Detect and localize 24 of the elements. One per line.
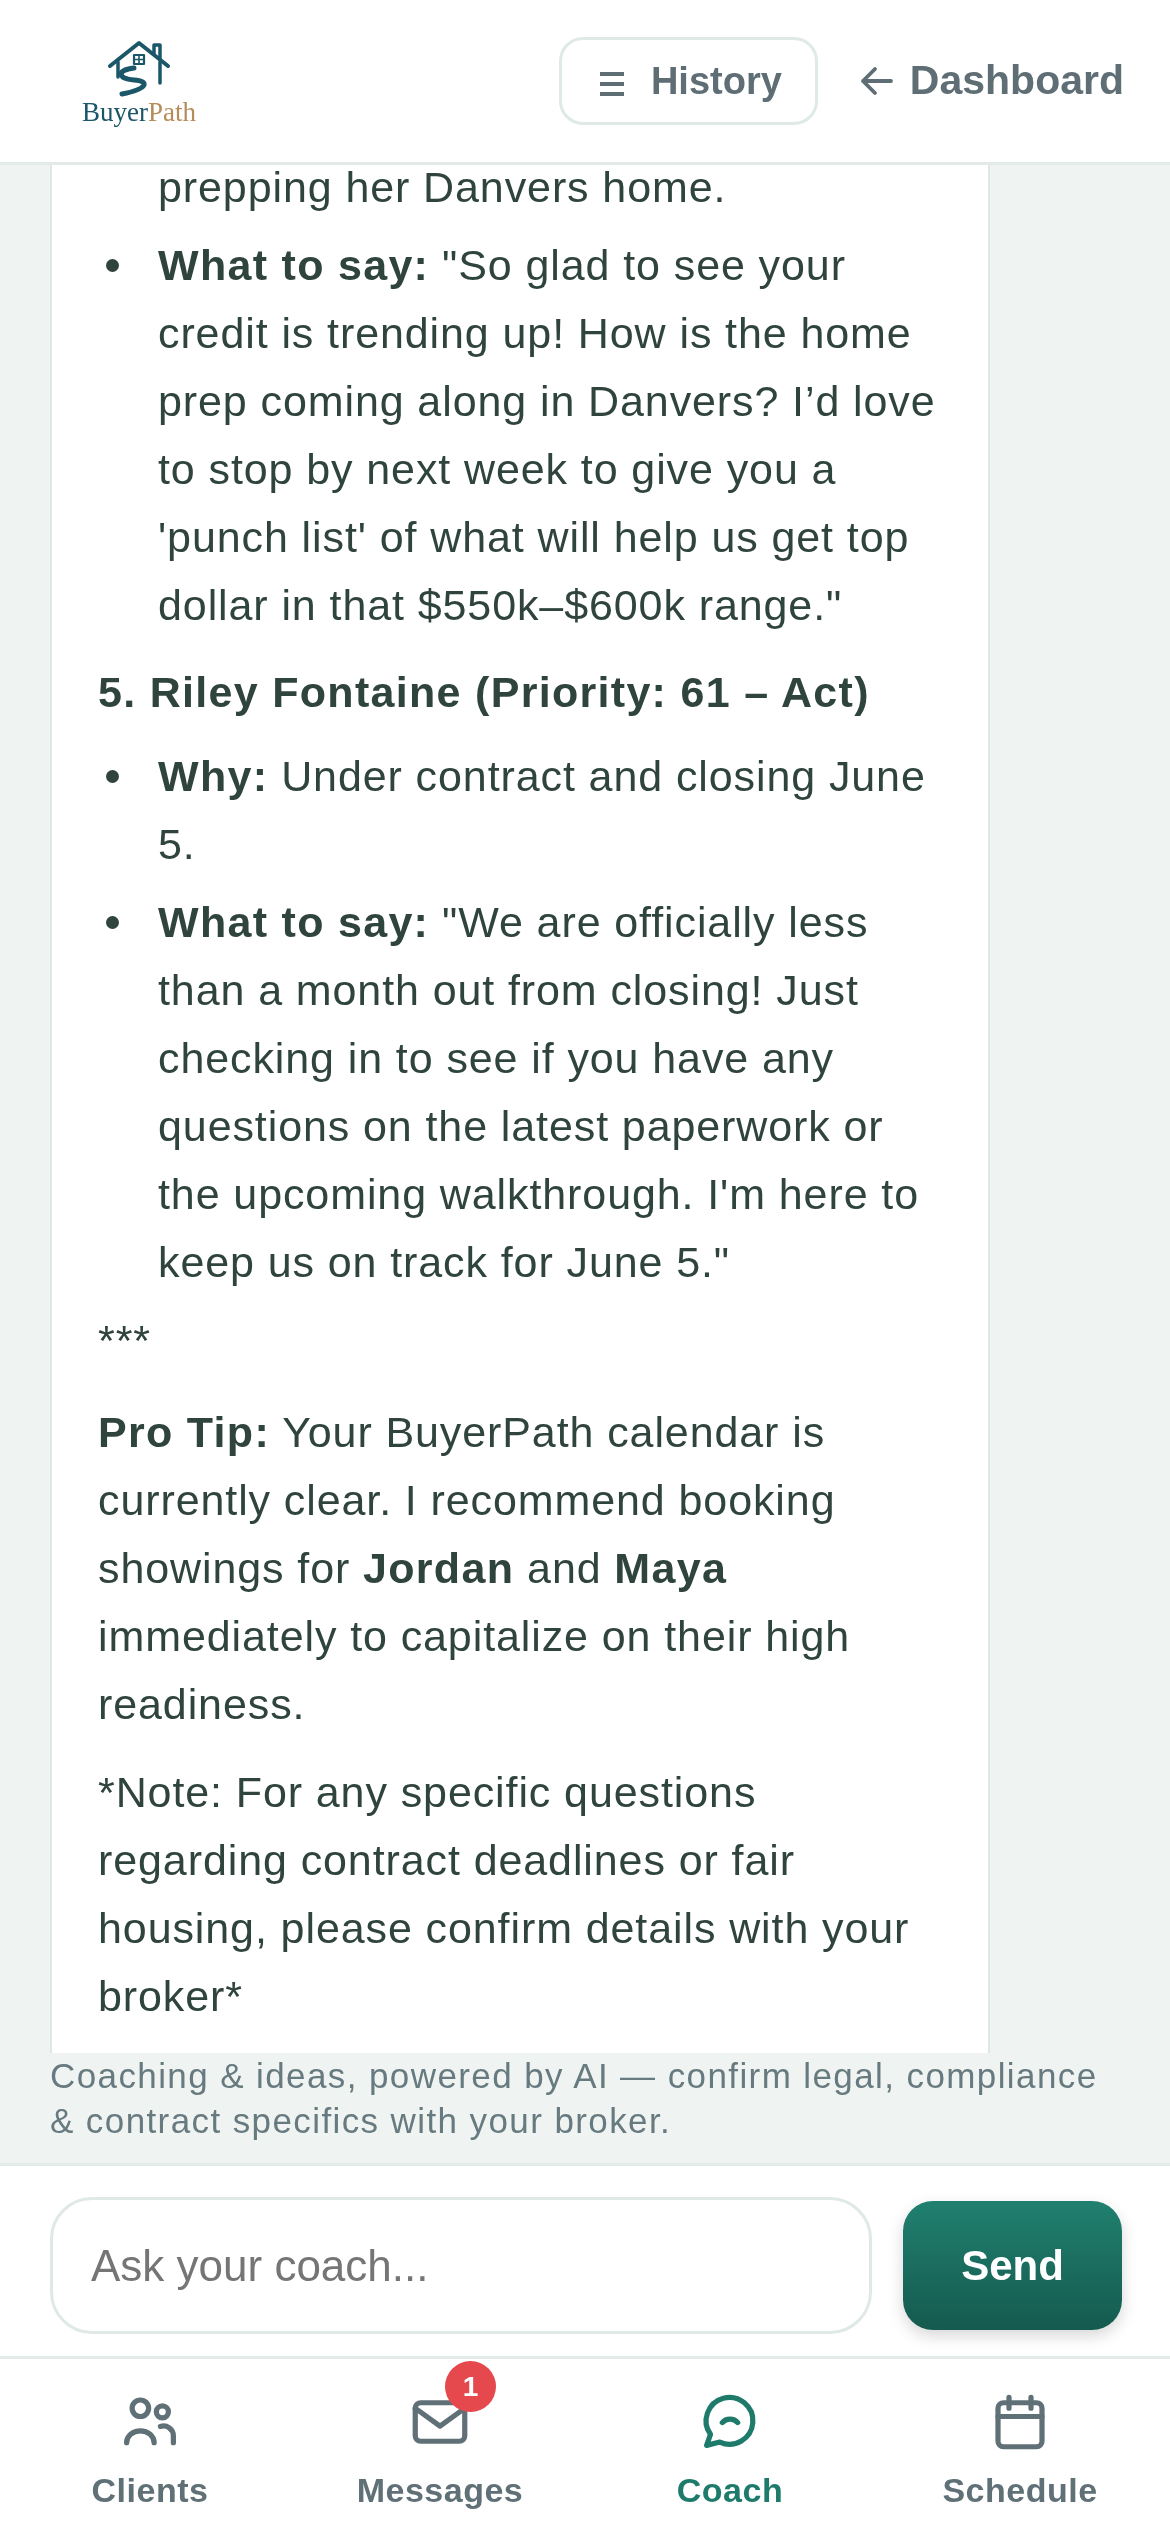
bullet-text: What to say: "So glad to see your credit is trending up! How is the home prep coming along in Danvers? I’d love to stop by next week to give you a 'punch list' of what will help us get top dollar in that $550k–$600k range." (158, 240, 937, 631)
menu-icon (598, 71, 625, 97)
nav-tab[interactable]: Coach (585, 2359, 875, 2532)
send-button[interactable]: Send (903, 2201, 1122, 2330)
nav-tab[interactable]: Schedule (875, 2359, 1165, 2532)
bullet-icon (106, 259, 119, 272)
bullet-text: prepping her Danvers home. (157, 165, 728, 213)
message-note: *Note: For any specific questions regarding contract deadlines or fair housing, please confirm details with your broker* (98, 1767, 911, 2022)
history-button[interactable]: History (558, 37, 818, 125)
nav-tab[interactable]: Clients (5, 2359, 295, 2532)
asterisk-divider: *** (98, 1315, 152, 1366)
ask-input-field[interactable]: Ask your coach... (50, 2197, 872, 2334)
bullet-icon (106, 916, 119, 929)
notification-badge: 1 (445, 2361, 496, 2412)
arrow-left-icon (859, 64, 894, 98)
ai-disclaimer: Coaching & ideas, powered by AI — confirm legal, compliance & contract specifics with your broker. (49, 2055, 1099, 2142)
message-paragraph: Pro Tip: Your BuyerPath calendar is currently clear. I recommend booking showings for Jordan and Maya immediately to capitalize on their high readiness. (98, 1407, 852, 1730)
logo-text: BuyerPath (82, 97, 196, 127)
bullet-text: Why: Under contract and closing June 5. (158, 751, 927, 870)
dashboard-link[interactable]: Dashboard (859, 50, 1124, 112)
message-heading: 5. Riley Fontaine (Priority: 61 – Act) (98, 667, 871, 718)
bullet-text: What to say: "We are officially less than a month out from closing! Just checking in to see if you have any questions on the latest paperwork or the upcoming walkthrough. I'm here to keep us on track for June 5." (158, 897, 920, 1288)
bullet-icon (106, 770, 119, 783)
nav-tab[interactable]: 1 Messages (295, 2359, 585, 2532)
